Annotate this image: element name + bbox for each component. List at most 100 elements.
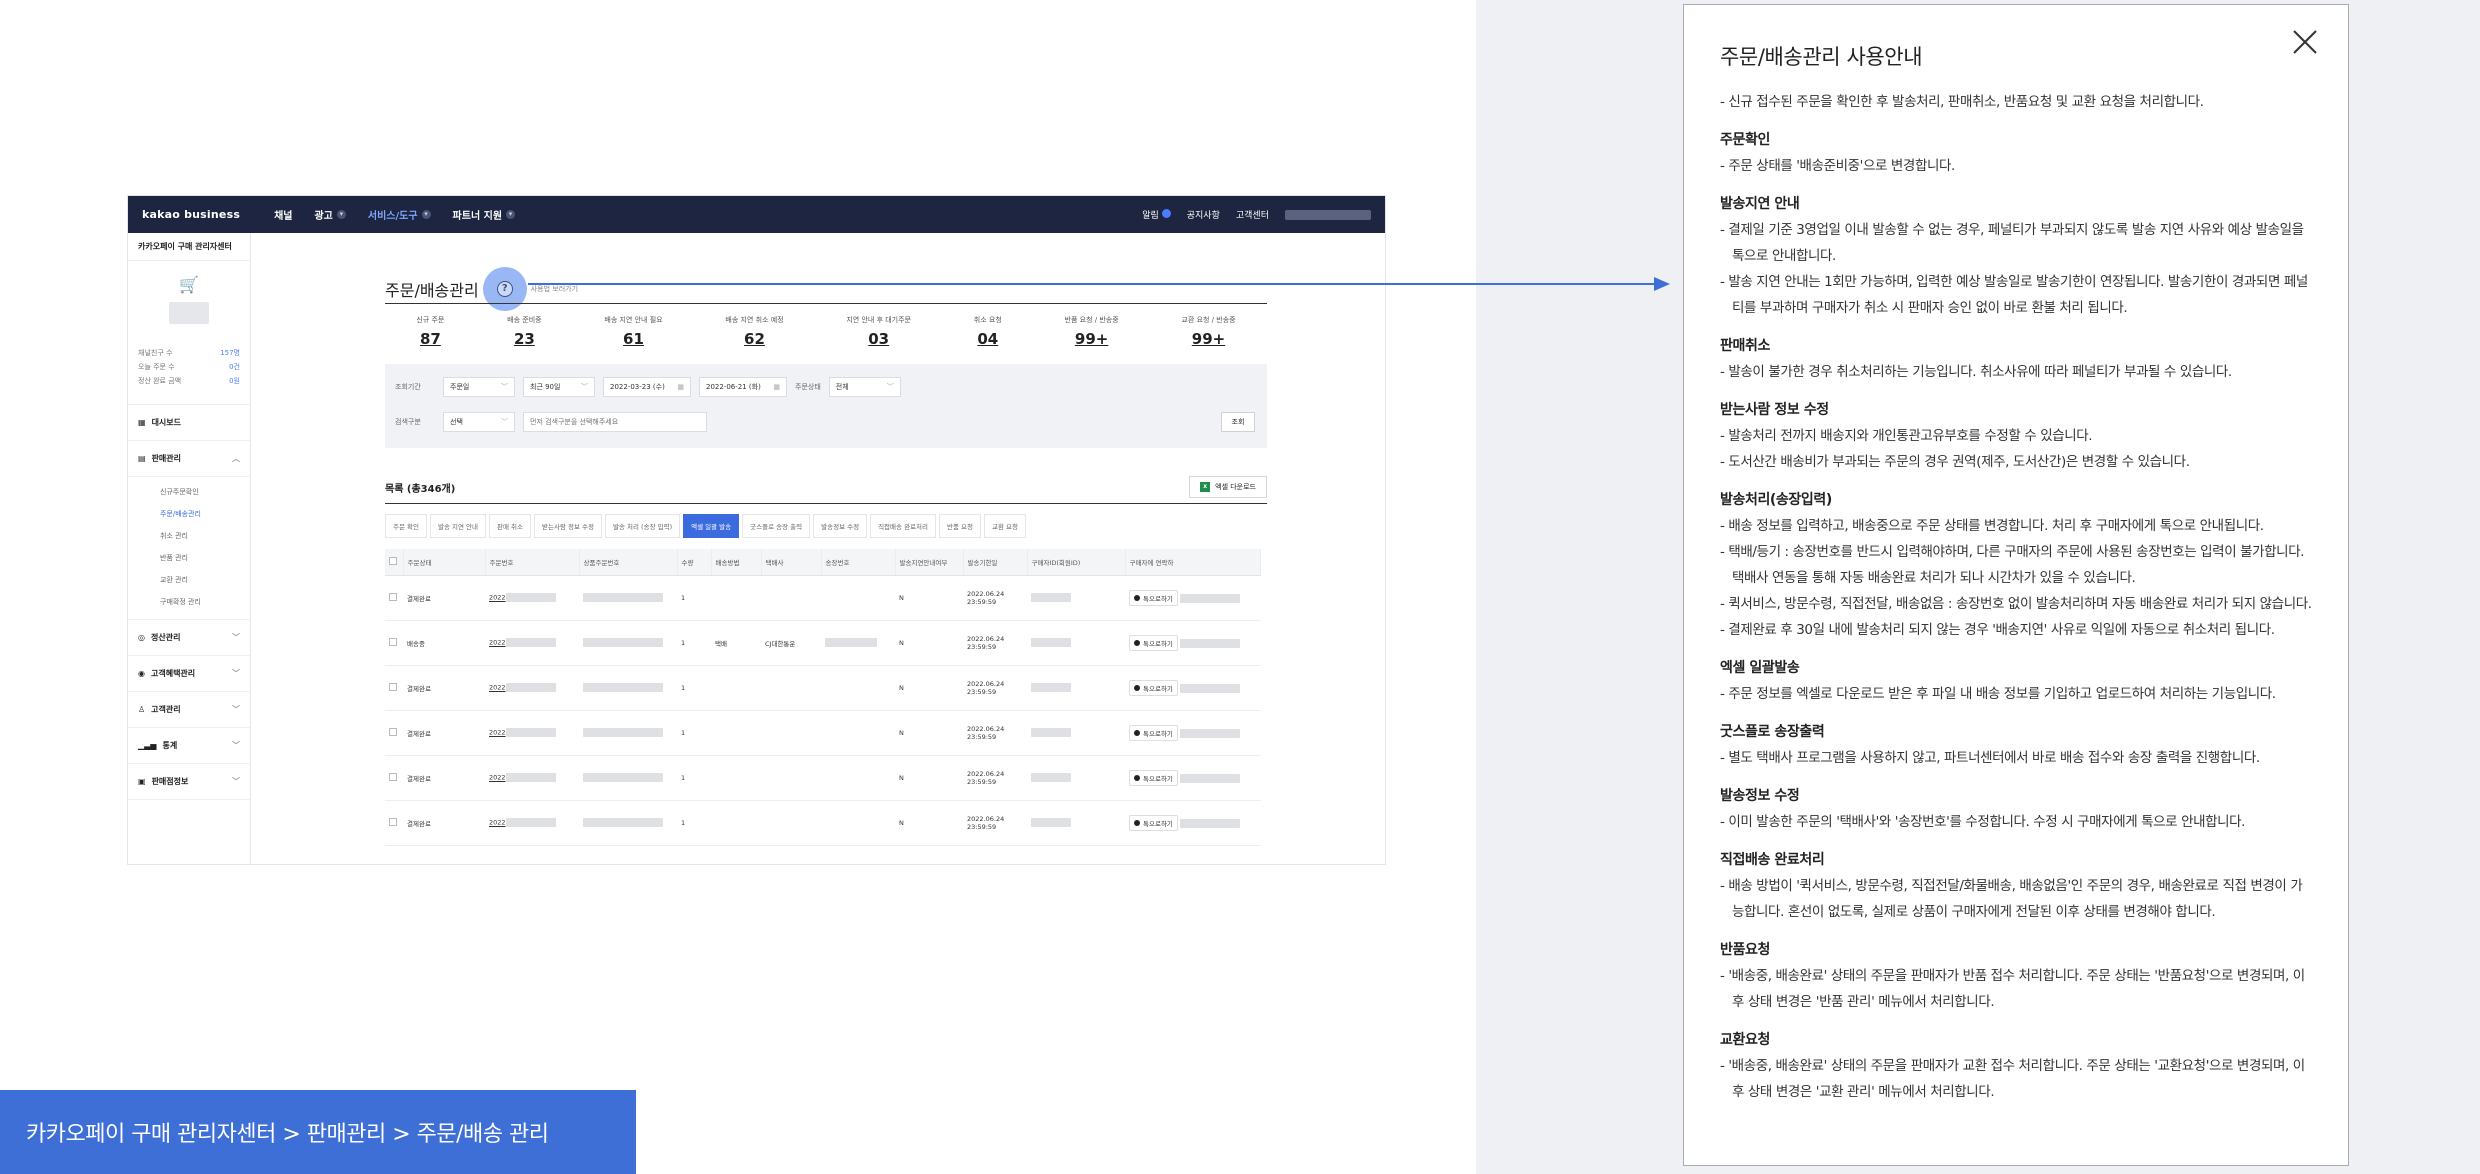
table-row[interactable]: 결제완료 2022 1 N 2022.06.24 23:59:59 톡으로하기 bbox=[385, 710, 1261, 756]
table-row[interactable]: 결제완료 2022 1 N 2022.06.24 23:59:59 톡으로하기 bbox=[385, 665, 1261, 711]
row-checkbox[interactable] bbox=[389, 727, 397, 736]
excel-download-button[interactable]: x 엑셀 다운로드 bbox=[1189, 476, 1267, 498]
date-to-input[interactable]: 2022-06-21 (화) ▦ bbox=[699, 377, 787, 397]
stat-friends: 채널친구 수 157명 bbox=[138, 349, 240, 357]
benefit-icon: ◉ bbox=[138, 669, 145, 678]
submenu-confirm[interactable]: 구매확정 관리 bbox=[160, 591, 250, 613]
breadcrumb: 카카오페이 구매 관리자센터 > 판매관리 > 주문/배송 관리 bbox=[0, 1090, 636, 1174]
row-checkbox[interactable] bbox=[389, 817, 397, 826]
date-from-input[interactable]: 2022-03-23 (수) ▦ bbox=[603, 377, 691, 397]
submenu-new-orders[interactable]: 신규주문확인 bbox=[160, 481, 250, 503]
submenu-cancel[interactable]: 취소 관리 bbox=[160, 525, 250, 547]
search-type-select[interactable]: 선택 ﹀ bbox=[443, 412, 515, 432]
tab-exchange-request[interactable]: 교환 요청 bbox=[983, 514, 1026, 538]
talk-button[interactable]: 톡으로하기 bbox=[1129, 814, 1178, 831]
nav-channel[interactable]: 채널 bbox=[274, 207, 292, 222]
period-type-select[interactable]: 주문일 ﹀ bbox=[443, 377, 515, 397]
status-return-request[interactable]: 반품 요청 / 반송중 99+ bbox=[1065, 315, 1119, 348]
status-exchange-request[interactable]: 교환 요청 / 반송중 99+ bbox=[1181, 315, 1235, 348]
user-icon: ♙ bbox=[138, 705, 146, 714]
account-menu[interactable] bbox=[1285, 209, 1371, 220]
chevron-down-icon: ﹀ bbox=[232, 633, 240, 642]
status-waiting[interactable]: 지연 안내 후 대기주문 03 bbox=[846, 315, 911, 348]
sidebar-item-stats[interactable]: ▁▃▅ 통계 ﹀ bbox=[128, 728, 250, 764]
help-line: - '배송중, 배송완료' 상태의 주문을 판매자가 반품 접수 처리합니다. … bbox=[1720, 968, 2305, 1010]
order-status-select[interactable]: 전체 ﹀ bbox=[828, 377, 901, 397]
cell-deadline-date: 2022.06.24 bbox=[967, 769, 1005, 778]
stat-orders: 오늘 주문 수 0건 bbox=[138, 363, 240, 371]
nav-ads[interactable]: 광고 ▾ bbox=[314, 207, 346, 222]
help-highlight[interactable]: ? bbox=[482, 267, 527, 311]
sidebar-item-store-info[interactable]: ▣ 판매점정보 ﹀ bbox=[128, 764, 250, 800]
status-preparing[interactable]: 배송 준비중 23 bbox=[507, 315, 541, 348]
status-delay-needed[interactable]: 배송 지연 안내 필요 61 bbox=[604, 315, 662, 348]
talk-button[interactable]: 톡으로하기 bbox=[1129, 769, 1178, 786]
cell-order-no[interactable]: 2022 bbox=[489, 594, 506, 602]
cell-method bbox=[711, 755, 761, 801]
table-row[interactable]: 결제완료 2022 1 N 2022.06.24 23:59:59 톡으로하기 bbox=[385, 575, 1261, 621]
chevron-down-icon: ▾ bbox=[336, 210, 346, 219]
help-panel: 주문/배송관리 사용안내 - 신규 접수된 주문을 확인한 후 발송처리, 판매… bbox=[1683, 4, 2349, 1166]
row-checkbox[interactable] bbox=[389, 637, 397, 646]
period-range-select[interactable]: 최근 90일 ﹀ bbox=[523, 377, 595, 397]
filter-row-search: 검색구분 선택 ﹀ bbox=[395, 412, 707, 432]
status-delay-cancel[interactable]: 배송 지연 취소 예정 62 bbox=[725, 315, 783, 348]
help-link[interactable]: 사용법 보러가기 bbox=[531, 284, 578, 294]
cell-deadline-date: 2022.06.24 bbox=[967, 589, 1005, 598]
cell-delay: N bbox=[895, 755, 963, 801]
tab-goodsflow-print[interactable]: 굿스플로 송장 출력 bbox=[742, 514, 811, 538]
tab-delay-notice[interactable]: 발송 지연 안내 bbox=[430, 514, 487, 538]
table-row[interactable]: 결제완료 2022 1 N 2022.06.24 23:59:59 톡으로하기 bbox=[385, 755, 1261, 801]
filter-panel: 조회기간 주문일 ﹀ 최근 90일 ﹀ 2022-03-23 (수) ▦ 2022-0… bbox=[385, 364, 1267, 448]
tab-confirm-order[interactable]: 주문 확인 bbox=[385, 514, 427, 538]
talk-button[interactable]: 톡으로하기 bbox=[1129, 589, 1178, 606]
tab-direct-complete[interactable]: 직접배송 완료처리 bbox=[870, 514, 936, 538]
calendar-icon: ▦ bbox=[773, 383, 780, 391]
submenu-order-shipping[interactable]: 주문/배송관리 bbox=[160, 503, 250, 525]
cell-order-no[interactable]: 2022 bbox=[489, 729, 506, 737]
nav-partner-support[interactable]: 파트너 지원 ▾ bbox=[453, 207, 516, 222]
search-button[interactable]: 조회 bbox=[1221, 412, 1255, 432]
table-row[interactable]: 배송중 2022 1 택배 CJ대한통운 N 2022.06.24 23:59:59 톡으로하기 bbox=[385, 620, 1261, 666]
talk-button[interactable]: 톡으로하기 bbox=[1129, 634, 1178, 651]
sidebar-item-sales[interactable]: ▤ 판매관리 ︿ bbox=[128, 441, 250, 477]
tab-excel-bulk-ship[interactable]: 엑셀 일괄 발송 bbox=[683, 514, 740, 538]
sidebar-item-customers[interactable]: ♙ 고객관리 ﹀ bbox=[128, 692, 250, 728]
talk-button[interactable]: 톡으로하기 bbox=[1129, 724, 1178, 741]
row-checkbox[interactable] bbox=[389, 772, 397, 781]
help-line: - 발송이 불가한 경우 취소처리하는 기능입니다. 취소사유에 따라 페널티가… bbox=[1720, 364, 2232, 380]
sidebar-item-dashboard[interactable]: ▦ 대시보드 bbox=[128, 405, 250, 441]
tab-ship-info-edit[interactable]: 발송정보 수정 bbox=[813, 514, 868, 538]
search-input[interactable] bbox=[523, 412, 707, 432]
cell-order-no[interactable]: 2022 bbox=[489, 684, 506, 692]
talk-button[interactable]: 톡으로하기 bbox=[1129, 679, 1178, 696]
row-checkbox[interactable] bbox=[389, 682, 397, 691]
status-new-orders[interactable]: 신규 주문 87 bbox=[416, 315, 444, 348]
tab-ship-invoice[interactable]: 발송 처리 (송장 입력) bbox=[605, 514, 681, 538]
help-intro: - 신규 접수된 주문을 확인한 후 발송처리, 판매취소, 반품요청 및 교환… bbox=[1720, 94, 2204, 110]
cell-order-no[interactable]: 2022 bbox=[489, 819, 506, 827]
cell-order-no[interactable]: 2022 bbox=[489, 774, 506, 782]
tab-recipient-edit[interactable]: 받는사람 정보 수정 bbox=[534, 514, 602, 538]
customer-center-link[interactable]: 고객센터 bbox=[1236, 208, 1269, 221]
notice-link[interactable]: 공지사항 bbox=[1187, 208, 1220, 221]
table-row[interactable]: 결제완료 2022 1 N 2022.06.24 23:59:59 톡으로하기 bbox=[385, 800, 1261, 846]
top-right-links: 알림 공지사항 고객센터 bbox=[1142, 208, 1371, 221]
cell-order-no[interactable]: 2022 bbox=[489, 639, 506, 647]
status-cancel-request[interactable]: 취소 요청 04 bbox=[974, 315, 1002, 348]
kakao-business-logo[interactable]: kakao business bbox=[142, 208, 240, 221]
nav-services[interactable]: 서비스/도구 ▾ bbox=[368, 207, 431, 222]
notification-link[interactable]: 알림 bbox=[1142, 208, 1171, 221]
cell-delay: N bbox=[895, 800, 963, 846]
close-icon[interactable] bbox=[2290, 27, 2320, 57]
row-checkbox[interactable] bbox=[389, 592, 397, 601]
tab-sale-cancel[interactable]: 판매 취소 bbox=[489, 514, 532, 538]
cell-courier bbox=[761, 575, 821, 621]
tab-return-request[interactable]: 반품 요청 bbox=[938, 514, 981, 538]
sidebar-item-benefits[interactable]: ◉ 고객혜택관리 ﹀ bbox=[128, 656, 250, 692]
submenu-exchange[interactable]: 교환 관리 bbox=[160, 569, 250, 591]
submenu-return[interactable]: 반품 관리 bbox=[160, 547, 250, 569]
select-all-checkbox[interactable] bbox=[389, 556, 397, 565]
cell-qty: 1 bbox=[677, 710, 711, 756]
sidebar-item-settlement[interactable]: ◎ 정산관리 ﹀ bbox=[128, 620, 250, 656]
